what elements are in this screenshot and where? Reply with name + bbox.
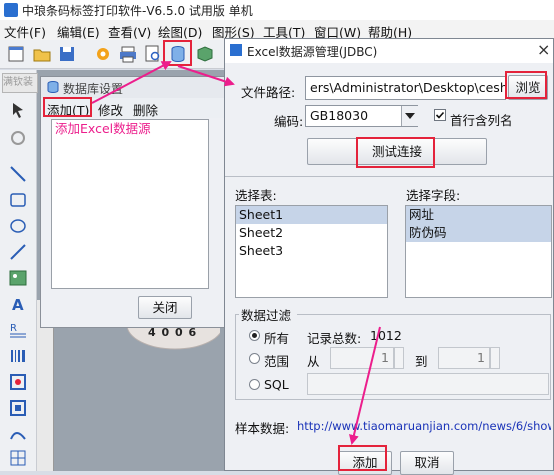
filter-border-left [235, 314, 239, 315]
record-count-value: 1012 [370, 328, 402, 343]
file-path-label: 文件路径: [241, 85, 296, 100]
encoding-value: GB18030 [310, 108, 369, 123]
chevron-down-icon [405, 113, 415, 119]
header-row-label: 首行含列名 [450, 113, 513, 128]
ellipse-tool-icon[interactable] [8, 216, 28, 236]
encoding-label: 编码: [274, 114, 304, 129]
window-title: 中琅条码标签打印软件-V6.5.0 试用版 单机 [22, 4, 253, 18]
settings-gear-icon[interactable] [93, 44, 113, 64]
radio-sql[interactable] [249, 379, 260, 390]
tab-label[interactable]: 满钦装 [2, 73, 38, 93]
close-icon[interactable]: × [537, 40, 550, 59]
table-item-sheet2[interactable]: Sheet2 [236, 224, 387, 242]
add-menu-highlight [43, 97, 92, 117]
test-button-highlight [356, 137, 435, 168]
select-field-label: 选择字段: [406, 188, 461, 203]
header-row-checkbox[interactable] [434, 109, 446, 121]
menu-edit[interactable]: 编辑(E) [57, 22, 100, 41]
table-item-sheet3[interactable]: Sheet3 [236, 242, 387, 260]
rich-text-tool-icon[interactable]: R [8, 320, 28, 340]
line-tool-icon[interactable] [8, 164, 28, 184]
filter-border-right [297, 314, 551, 315]
print-icon[interactable] [118, 44, 138, 64]
main-title-bar: 中琅条码标签打印软件-V6.5.0 试用版 单机 [0, 0, 554, 20]
menu-draw[interactable]: 绘图(D) [158, 22, 202, 41]
field-item-url[interactable]: 网址 [406, 206, 551, 224]
barcode-tool-icon[interactable] [8, 346, 28, 366]
field-item-code[interactable]: 防伪码 [406, 224, 551, 242]
table-list[interactable]: Sheet1 Sheet2 Sheet3 [235, 205, 388, 298]
data-link-icon[interactable] [195, 44, 215, 64]
qrcode-tool-icon[interactable] [8, 372, 28, 392]
checkmark-icon [435, 111, 445, 119]
select-table-label: 选择表: [235, 188, 277, 203]
record-count-label: 记录总数: [307, 331, 362, 346]
save-icon[interactable] [57, 44, 77, 64]
sql-input[interactable] [307, 373, 549, 395]
divider [225, 176, 553, 177]
annotation-text: 添加Excel数据源 [55, 121, 151, 136]
add-button-highlight [338, 445, 387, 471]
edit-menu-item[interactable]: 修改 [98, 100, 123, 119]
app-icon [230, 44, 242, 56]
rectangle-tool-icon[interactable] [8, 190, 28, 210]
diagonal-line-icon[interactable] [8, 242, 28, 262]
pointer-tool-icon[interactable] [8, 100, 28, 120]
excel-dialog-title: Excel数据源管理(JDBC) [247, 45, 378, 59]
radio-range[interactable] [249, 353, 260, 364]
browse-button-highlight [505, 71, 547, 99]
from-label: 从 [307, 354, 320, 369]
rotate-tool-icon[interactable] [8, 128, 28, 148]
database-icon [47, 81, 59, 94]
new-file-icon[interactable] [6, 44, 26, 64]
app-icon [4, 3, 18, 17]
excel-dialog-titlebar: Excel数据源管理(JDBC) × [225, 39, 553, 63]
print-preview-icon[interactable] [143, 44, 163, 64]
from-input[interactable]: 1 [330, 347, 394, 369]
svg-text:A: A [12, 296, 24, 314]
radio-sql-label: SQL [264, 377, 289, 392]
sample-label: 样本数据: [235, 421, 290, 436]
close-button[interactable]: 关闭 [138, 296, 192, 319]
menu-file[interactable]: 文件(F) [4, 22, 46, 41]
excel-datasource-dialog: Excel数据源管理(JDBC) × 文件路径: ers\Administrat… [224, 38, 554, 475]
menu-bar: 文件(F) 编辑(E) 查看(V) 绘图(D) 图形(S) 工具(T) 窗口(W… [0, 20, 554, 40]
svg-text:R: R [10, 323, 17, 334]
database-icon-highlight [163, 40, 192, 66]
curve-tool-icon[interactable] [8, 424, 28, 444]
image-tool-icon[interactable] [8, 268, 28, 288]
field-list[interactable]: 网址 防伪码 [405, 205, 552, 298]
table-tool-icon[interactable] [8, 448, 28, 468]
delete-menu-item[interactable]: 删除 [133, 100, 158, 119]
to-input[interactable]: 1 [438, 347, 490, 369]
datasource-list[interactable] [51, 119, 209, 289]
matrix-code-tool-icon[interactable] [8, 398, 28, 418]
from-stepper[interactable] [394, 347, 404, 369]
radio-range-label: 范围 [264, 354, 290, 369]
file-path-input[interactable]: ers\Administrator\Desktop\ceshi.xls [305, 76, 506, 100]
database-settings-titlebar: 数据库设置 [41, 77, 224, 98]
radio-all[interactable] [249, 330, 260, 341]
to-stepper[interactable] [490, 347, 500, 369]
dialog-title: 数据库设置 [63, 82, 124, 96]
radio-all-label: 所有 [264, 331, 290, 346]
table-item-sheet1[interactable]: Sheet1 [236, 206, 387, 224]
menu-view[interactable]: 查看(V) [108, 22, 151, 41]
to-label: 到 [415, 354, 428, 369]
dropdown-arrow[interactable] [401, 106, 418, 126]
open-folder-icon[interactable] [32, 44, 52, 64]
text-tool-icon[interactable]: A [8, 294, 28, 314]
cancel-button[interactable]: 取消 [400, 451, 454, 475]
sample-value: http://www.tiaomaruanjian.com/news/6/sho… [297, 419, 551, 433]
